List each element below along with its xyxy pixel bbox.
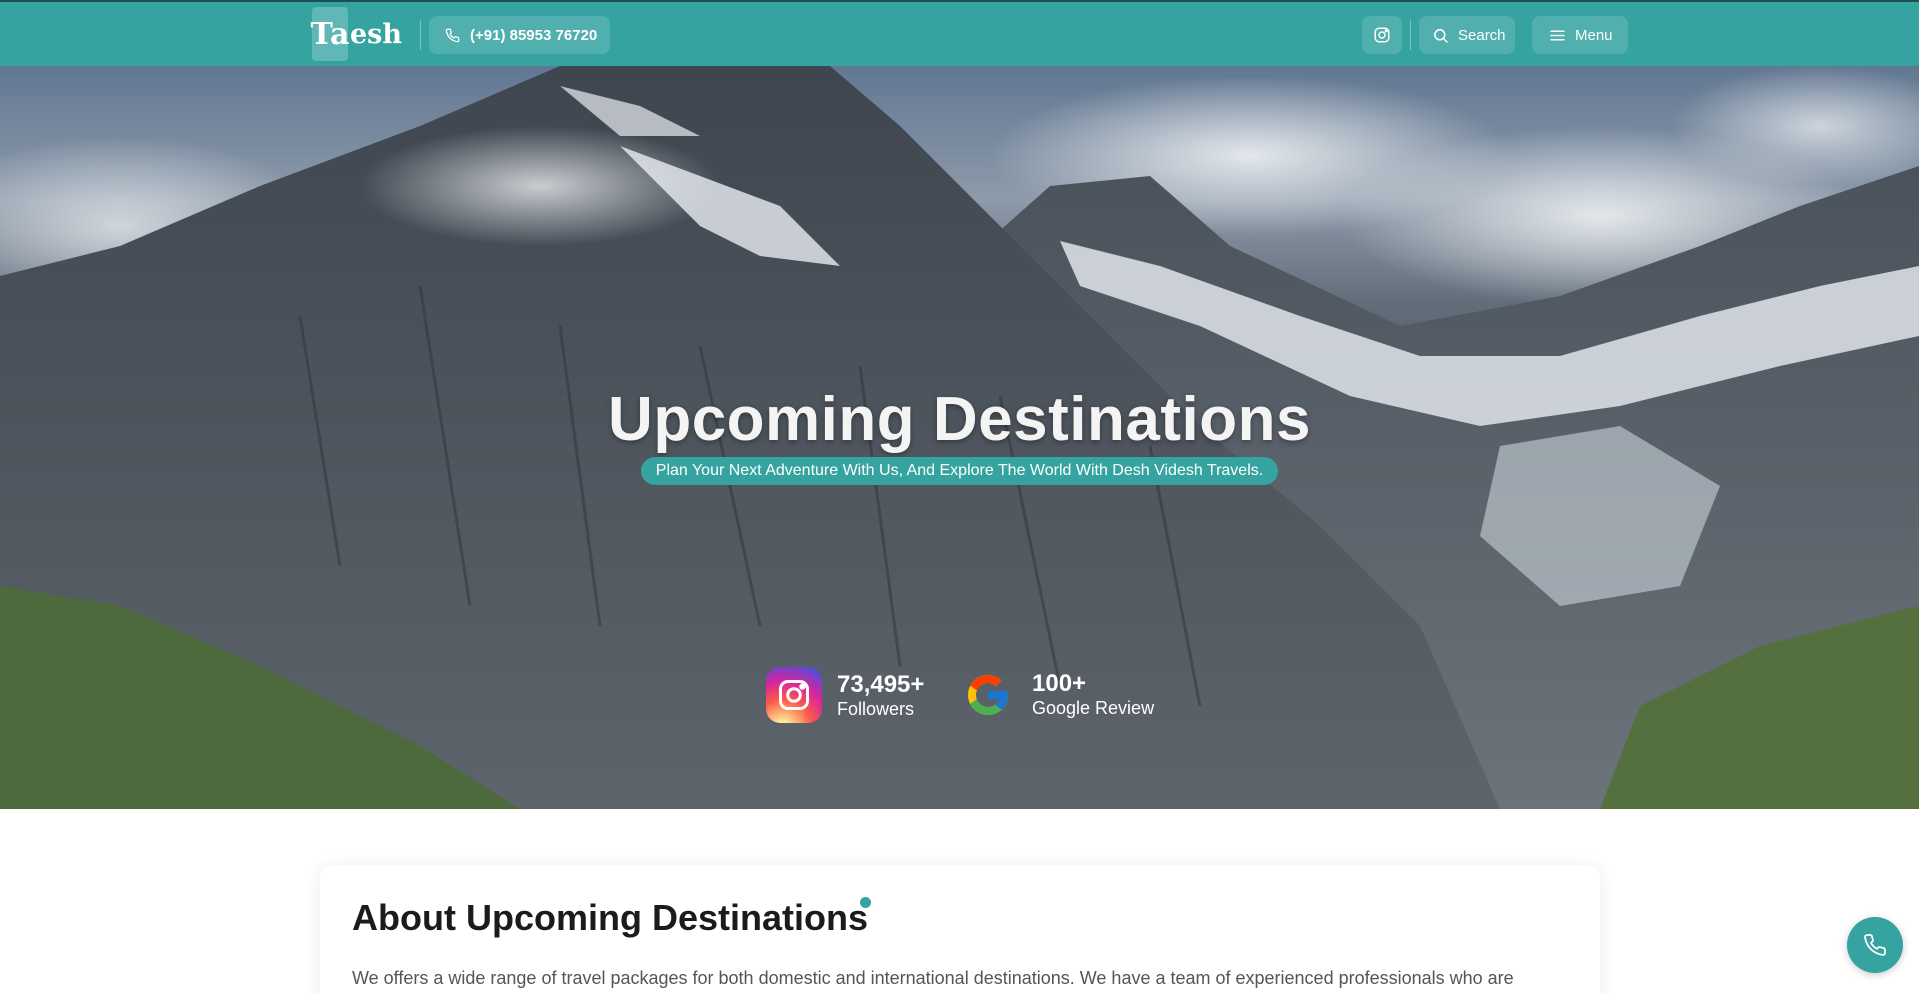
instagram-icon — [1374, 27, 1390, 43]
google-review-label: Google Review — [1032, 698, 1155, 718]
hero-subtitle: Plan Your Next Adventure With Us, And Ex… — [640, 457, 1279, 485]
instagram-button[interactable] — [1362, 16, 1402, 54]
phone-icon — [445, 28, 460, 42]
site-logo[interactable]: Ta esh — [311, 6, 403, 62]
hero-title: Upcoming Destinations — [608, 385, 1311, 454]
instagram-stat-text: 73,495+ Followers — [837, 671, 924, 720]
menu-button[interactable]: Menu — [1532, 16, 1628, 54]
search-icon — [1434, 28, 1448, 43]
logo-text: esh — [350, 18, 403, 50]
google-stat-text: 100+ Google Review — [1032, 670, 1154, 719]
call-button[interactable] — [1847, 917, 1903, 973]
search-button[interactable]: Search — [1419, 16, 1515, 54]
google-icon — [968, 674, 1008, 715]
phone-icon — [1864, 934, 1886, 956]
instagram-followers-stat[interactable]: 73,495+ Followers — [766, 667, 924, 723]
hero-subtitle-wrap: Plan Your Next Adventure With Us, And Ex… — [0, 457, 1919, 485]
about-card: About Upcoming Destinations We offers a … — [320, 865, 1600, 994]
instagram-followers-label: Followers — [837, 698, 915, 719]
google-review-count: 100+ — [1032, 670, 1087, 697]
about-text: We offers a wide range of travel package… — [352, 968, 1514, 988]
site-header: Ta esh (+91) 85953 76720 Search Menu — [0, 0, 1919, 66]
instagram-followers-count: 73,495+ — [837, 670, 925, 698]
title-accent-dot — [860, 897, 871, 908]
phone-number: (+91) 85953 76720 — [470, 26, 598, 44]
logo-mark: Ta — [311, 7, 349, 61]
google-review-stat[interactable]: 100+ Google Review — [964, 670, 1154, 719]
search-label: Search — [1458, 26, 1506, 44]
instagram-icon — [766, 667, 822, 723]
header-divider — [420, 20, 421, 50]
header-divider — [1410, 20, 1411, 50]
menu-label: Menu — [1575, 26, 1613, 44]
about-title: About Upcoming Destinations — [352, 897, 868, 938]
hero-section: Upcoming Destinations Plan Your Next Adv… — [0, 66, 1919, 809]
phone-button[interactable]: (+91) 85953 76720 — [429, 16, 610, 54]
menu-icon — [1550, 29, 1565, 41]
